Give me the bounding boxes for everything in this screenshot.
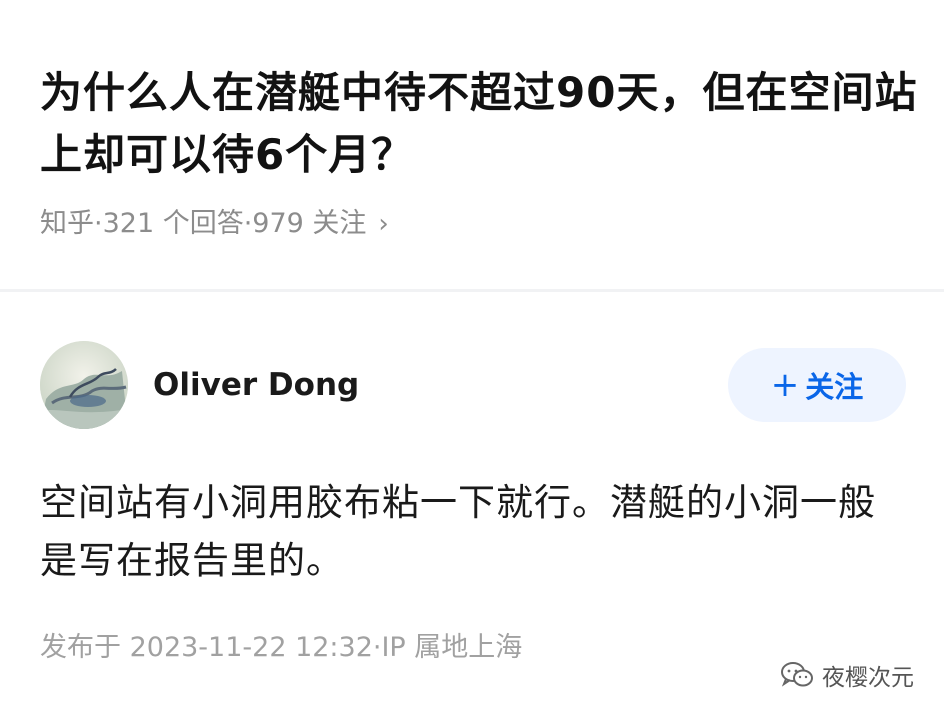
question-title[interactable]: 为什么人在潜艇中待不超过90天，但在空间站上却可以待6个月？ xyxy=(40,62,920,186)
question-card[interactable]: 为什么人在潜艇中待不超过90天，但在空间站上却可以待6个月？ 知乎·321 个回… xyxy=(0,0,944,286)
avatar[interactable] xyxy=(40,341,128,429)
plus-icon: + xyxy=(770,365,800,405)
avatar-image xyxy=(40,341,128,429)
author-row: Oliver Dong + 关注 xyxy=(40,341,910,431)
watermark: 夜樱次元 xyxy=(780,658,914,692)
author-name[interactable]: Oliver Dong xyxy=(153,365,359,405)
question-meta[interactable]: 知乎·321 个回答·979 关注 › xyxy=(40,204,389,244)
follow-button[interactable]: + 关注 xyxy=(728,348,906,422)
zhihu-answer-screen: 为什么人在潜艇中待不超过90天，但在空间站上却可以待6个月？ 知乎·321 个回… xyxy=(0,0,944,714)
wechat-icon xyxy=(781,662,813,687)
section-divider xyxy=(0,289,944,292)
question-meta-text: 知乎·321 个回答·979 关注 xyxy=(40,208,367,239)
answer-publish-info: 发布于 2023-11-22 12:32·IP 属地上海 xyxy=(40,632,523,663)
follow-label: 关注 xyxy=(805,370,864,404)
watermark-text: 夜樱次元 xyxy=(822,665,914,691)
chevron-right-icon: › xyxy=(378,209,389,239)
answer-content[interactable]: 空间站有小洞用胶布粘一下就行。潜艇的小洞一般是写在报告里的。 xyxy=(40,474,910,590)
